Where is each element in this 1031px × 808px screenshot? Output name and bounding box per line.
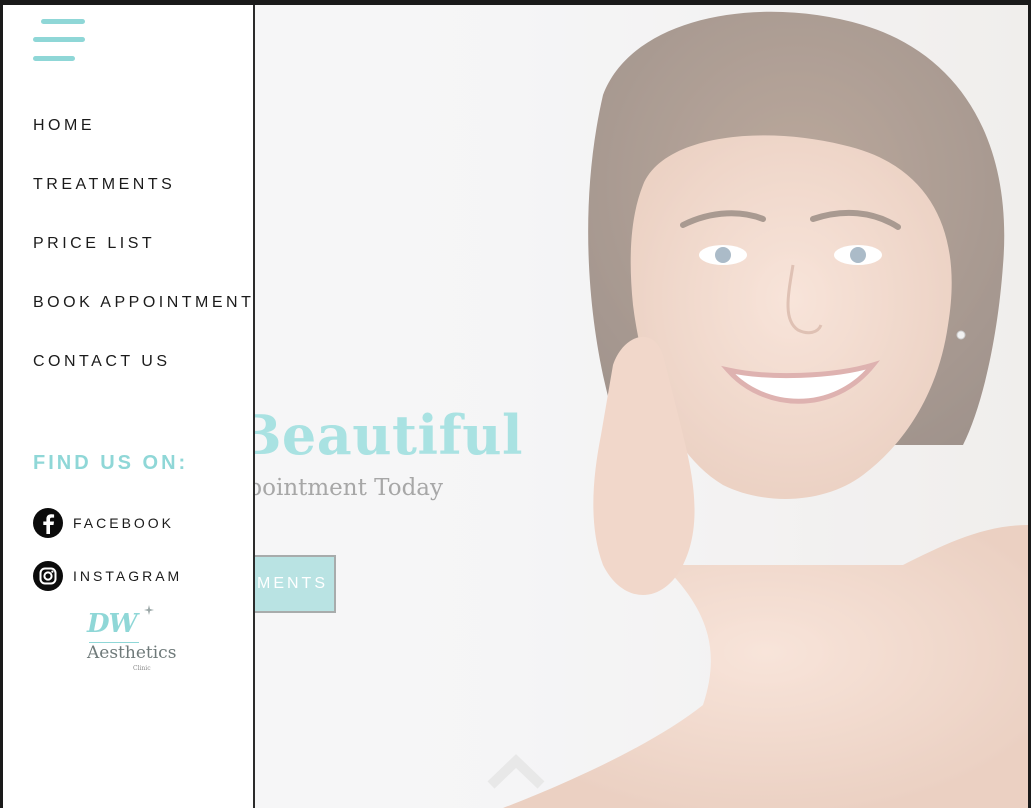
- hamburger-menu-icon[interactable]: [33, 19, 85, 61]
- browser-viewport: cs ! Beautiful pointment Today TMENTS HO…: [3, 5, 1028, 808]
- facebook-label: FACEBOOK: [73, 515, 175, 531]
- nav-item-contact-us[interactable]: CONTACT US: [33, 352, 171, 372]
- sparkle-icon: [144, 605, 154, 615]
- nav-item-book-appointment[interactable]: BOOK APPOINTMENT: [33, 293, 254, 313]
- logo-name: Aesthetics: [87, 643, 177, 663]
- scroll-to-top-button[interactable]: [487, 753, 545, 789]
- chevron-up-icon: [487, 754, 545, 789]
- logo-subtitle: Clinic: [133, 665, 151, 672]
- nav-item-home[interactable]: HOME: [33, 116, 95, 136]
- nav-item-treatments[interactable]: TREATMENTS: [33, 175, 175, 195]
- clinic-logo[interactable]: DW Aesthetics Clinic: [87, 605, 177, 675]
- instagram-icon: [33, 561, 63, 591]
- logo-mark: DW: [87, 609, 138, 639]
- facebook-link[interactable]: FACEBOOK: [33, 508, 174, 538]
- find-us-heading: FIND US ON:: [33, 452, 189, 474]
- facebook-icon: [33, 508, 63, 538]
- nav-item-price-list[interactable]: PRICE LIST: [33, 234, 155, 254]
- instagram-link[interactable]: INSTAGRAM: [33, 561, 182, 591]
- sidebar-menu: HOME TREATMENTS PRICE LIST BOOK APPOINTM…: [3, 5, 255, 808]
- instagram-label: INSTAGRAM: [73, 568, 183, 584]
